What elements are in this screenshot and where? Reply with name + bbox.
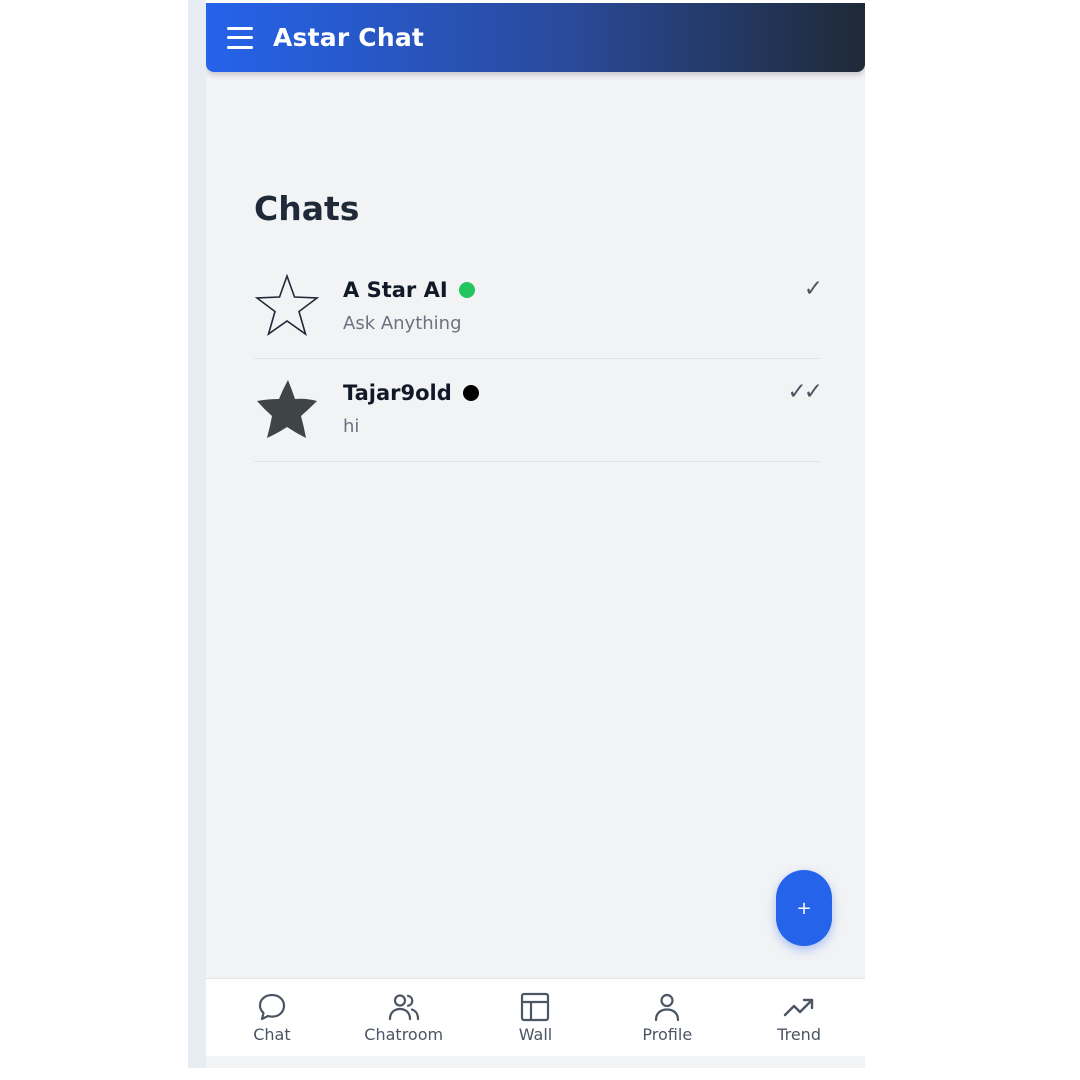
nav-item-chatroom[interactable]: Chatroom: [338, 979, 470, 1057]
double-check-icon: ✓✓: [787, 379, 823, 405]
chat-list: A Star AI Ask Anything ✓ Tajar9old hi ✓✓: [254, 256, 823, 462]
nav-item-wall[interactable]: Wall: [470, 979, 602, 1057]
nav-label: Wall: [518, 1025, 553, 1044]
nav-label: Chat: [253, 1025, 291, 1044]
chat-name-text: A Star AI: [343, 278, 448, 302]
chat-item-tajar9old[interactable]: Tajar9old hi ✓✓: [254, 359, 823, 462]
app-bar: Astar Chat: [206, 3, 865, 72]
app-screen: Astar Chat Chats A Star AI Ask Anything …: [206, 3, 865, 1068]
chat-name: A Star AI: [343, 278, 475, 302]
chat-bubble-icon: [258, 993, 285, 1021]
user-icon: [655, 993, 680, 1022]
nav-label: Chatroom: [364, 1025, 444, 1044]
nav-label: Trend: [777, 1025, 821, 1044]
chat-name-text: Tajar9old: [343, 381, 452, 405]
layout-icon: [521, 992, 550, 1022]
new-chat-button[interactable]: +: [776, 870, 832, 946]
users-icon: [388, 994, 419, 1021]
page-title: Chats: [254, 189, 360, 228]
chat-item-a-star-ai[interactable]: A Star AI Ask Anything ✓: [254, 256, 823, 359]
nav-item-profile[interactable]: Profile: [601, 979, 733, 1057]
offline-status-dot: [462, 385, 479, 401]
nav-label: Profile: [642, 1025, 693, 1044]
app-title: Astar Chat: [273, 23, 425, 52]
left-edge-strip: [188, 0, 206, 1068]
nav-item-trend[interactable]: Trend: [733, 979, 865, 1057]
chat-preview: Ask Anything: [343, 313, 462, 334]
bottom-edge: [206, 1056, 865, 1068]
nav-item-chat[interactable]: Chat: [206, 979, 338, 1057]
star-outline-icon: [254, 273, 320, 336]
menu-icon[interactable]: [227, 26, 253, 49]
online-status-dot: [458, 282, 475, 298]
trending-up-icon: [783, 998, 814, 1017]
chat-name: Tajar9old: [343, 381, 479, 405]
chat-preview: hi: [343, 416, 360, 437]
bottom-navigation: Chat Chatroom Wall Profile Trend: [206, 978, 865, 1057]
read-check-icon: ✓: [803, 276, 823, 302]
star-filled-icon: [257, 380, 317, 438]
